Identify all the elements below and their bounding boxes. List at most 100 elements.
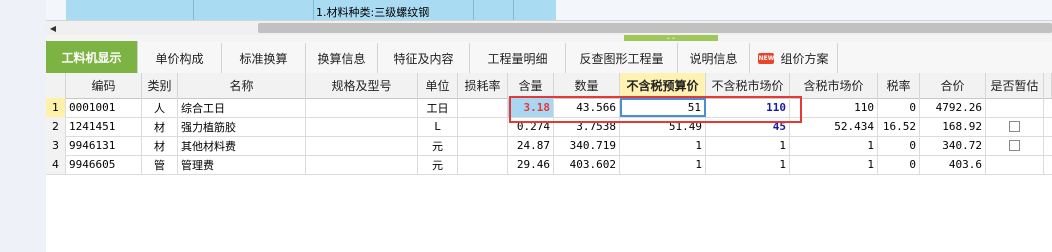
upper-cell [474,0,514,20]
budget-price-input[interactable]: 51 [620,98,706,117]
total-price-cell[interactable]: 403.6 [920,155,986,174]
tab-features-content[interactable]: 特征及内容 [378,43,470,73]
name-cell[interactable]: 管理费 [178,155,306,174]
type-cell[interactable]: 材 [142,117,178,136]
tab-quantity-detail[interactable]: 工程量明细 [470,43,566,73]
header-budget-price-excl-tax[interactable]: 不含税预算价 [620,73,706,98]
tax-market-price-cell[interactable]: 52.434 [790,117,878,136]
row-number[interactable]: 4 [46,155,66,174]
quantity-cell[interactable]: 340.719 [554,136,620,155]
spec-cell[interactable] [306,136,418,155]
unit-cell[interactable]: 元 [418,155,458,174]
loss-rate-cell[interactable] [458,98,508,117]
header-overflow [1044,73,1052,98]
tax-rate-cell[interactable]: 0 [878,136,920,155]
market-price-cell[interactable]: 1 [706,136,790,155]
provisional-cell [986,136,1044,155]
table-row[interactable]: 2 1241451 材 强力植筋胶 L 0.274 3.7538 51.49 4… [46,117,1052,137]
row-number[interactable]: 1 [46,98,66,117]
budget-price-cell[interactable]: 51.49 [620,117,706,136]
content-cell[interactable]: 24.87 [508,136,554,155]
horizontal-scrollbar[interactable]: ◀ [46,20,1052,36]
header-unit[interactable]: 单位 [418,73,458,98]
loss-rate-cell[interactable] [458,155,508,174]
code-cell[interactable]: 9946605 [66,155,142,174]
provisional-cell[interactable] [986,98,1044,117]
table-row[interactable]: 1 0001001 人 综合工日 工日 3.18 43.566 51 110 1… [46,98,1052,118]
name-cell[interactable]: 强力植筋胶 [178,117,306,136]
name-cell[interactable]: 综合工日 [178,98,306,117]
upper-cell [194,0,314,20]
header-market-price-excl-tax[interactable]: 不含税市场价 [706,73,790,98]
tax-rate-cell[interactable]: 0 [878,98,920,117]
budget-price-cell[interactable]: 1 [620,155,706,174]
tab-labor-material-machine[interactable]: 工料机显示 [46,41,138,73]
tax-market-price-cell[interactable]: 1 [790,136,878,155]
unit-cell[interactable]: L [418,117,458,136]
table-row[interactable]: 4 9946605 管 管理费 元 29.46 403.602 1 1 1 0 … [46,155,1052,175]
quantity-cell[interactable]: 43.566 [554,98,620,117]
header-market-price-incl-tax[interactable]: 含税市场价 [790,73,878,98]
header-code[interactable]: 编码 [66,73,142,98]
market-price-cell[interactable]: 45 [706,117,790,136]
spec-cell[interactable] [306,98,418,117]
tab-reverse-graphic-quantity[interactable]: 反查图形工程量 [566,43,678,73]
type-cell[interactable]: 人 [142,98,178,117]
code-cell[interactable]: 9946131 [66,136,142,155]
header-loss-rate[interactable]: 损耗率 [458,73,508,98]
tab-description-info[interactable]: 说明信息 [678,43,750,73]
tab-standard-conversion[interactable]: 标准换算 [222,43,306,73]
market-price-cell[interactable]: 110 [706,98,790,117]
table-header: 编码 类别 名称 规格及型号 单位 损耗率 含量 数量 不含税预算价 不含税市场… [46,73,1052,99]
scroll-thumb[interactable] [258,23,1052,33]
quantity-cell[interactable]: 3.7538 [554,117,620,136]
total-price-cell[interactable]: 168.92 [920,117,986,136]
provisional-cell[interactable] [986,155,1044,174]
total-price-cell[interactable]: 340.72 [920,136,986,155]
header-spec[interactable]: 规格及型号 [306,73,418,98]
spec-cell[interactable] [306,117,418,136]
header-total-price[interactable]: 合价 [920,73,986,98]
header-quantity[interactable]: 数量 [554,73,620,98]
name-cell[interactable]: 其他材料费 [178,136,306,155]
left-panel [0,0,47,252]
tab-unit-price-composition[interactable]: 单价构成 [138,43,222,73]
code-cell[interactable]: 1241451 [66,117,142,136]
type-cell[interactable]: 材 [142,136,178,155]
budget-price-cell[interactable]: 1 [620,136,706,155]
tab-conversion-info[interactable]: 换算信息 [306,43,378,73]
tax-market-price-cell[interactable]: 1 [790,155,878,174]
table-row[interactable]: 3 9946131 材 其他材料费 元 24.87 340.719 1 1 1 … [46,136,1052,156]
header-is-provisional[interactable]: 是否暂估 [986,73,1044,98]
tab-bar: 工料机显示 单价构成 标准换算 换算信息 特征及内容 工程量明细 反查图形工程量… [46,41,1052,74]
row-number[interactable]: 3 [46,136,66,155]
tab-pricing-scheme[interactable]: NEW 组价方案 [750,43,838,73]
new-badge-icon: NEW [758,52,775,64]
scroll-left-arrow-icon[interactable]: ◀ [48,22,58,34]
header-type[interactable]: 类别 [142,73,178,98]
market-price-cell[interactable]: 1 [706,155,790,174]
tax-market-price-cell[interactable]: 110 [790,98,878,117]
quantity-cell[interactable]: 403.602 [554,155,620,174]
selected-upper-row[interactable] [66,0,556,20]
loss-rate-cell[interactable] [458,136,508,155]
provisional-checkbox[interactable] [1009,140,1020,151]
spec-cell[interactable] [306,155,418,174]
tax-rate-cell[interactable]: 16.52 [878,117,920,136]
upper-row-text: 1.材料种类:三级螺纹钢 [316,6,430,19]
content-cell[interactable]: 29.46 [508,155,554,174]
tax-rate-cell[interactable]: 0 [878,155,920,174]
content-cell[interactable]: 3.18 [508,98,554,117]
header-name[interactable]: 名称 [178,73,306,98]
provisional-checkbox[interactable] [1009,121,1020,132]
total-price-cell[interactable]: 4792.26 [920,98,986,117]
row-number[interactable]: 2 [46,117,66,136]
header-tax-rate[interactable]: 税率 [878,73,920,98]
loss-rate-cell[interactable] [458,117,508,136]
unit-cell[interactable]: 元 [418,136,458,155]
type-cell[interactable]: 管 [142,155,178,174]
content-cell[interactable]: 0.274 [508,117,554,136]
unit-cell[interactable]: 工日 [418,98,458,117]
code-cell[interactable]: 0001001 [66,98,142,117]
header-content[interactable]: 含量 [508,73,554,98]
